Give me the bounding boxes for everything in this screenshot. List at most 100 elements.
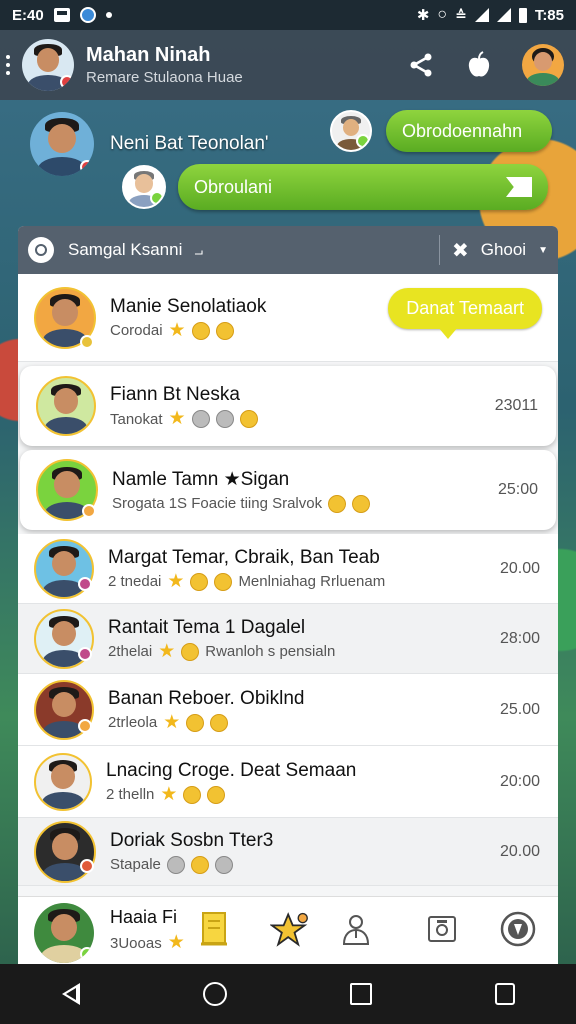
status-text-secondary: Menlniahag Rrluenam <box>238 573 386 590</box>
star-emoji: ★ <box>167 570 185 592</box>
app-icon <box>79 7 96 23</box>
timestamp: 25.00 <box>499 700 540 718</box>
sticker-icon <box>214 855 233 874</box>
wifi-icon: ≙ <box>455 6 467 23</box>
message-pill-top[interactable]: Obrodoennahn <box>386 110 552 152</box>
item-body: Margat Temar, Cbraik, Ban Teab 2 tnedai ★ M… <box>108 547 500 591</box>
filter-label[interactable]: Ghooi <box>481 240 526 260</box>
avatar[interactable] <box>22 39 74 91</box>
item-body: Banan Reboer. Obiklnd 2trleola ★ <box>108 688 500 732</box>
recents-icon[interactable] <box>349 983 372 1005</box>
timestamp: 23011 <box>494 397 538 414</box>
status-text: 2trleola <box>108 714 158 731</box>
message-pill-main[interactable]: Obroulani <box>178 164 548 210</box>
status-text: 2 thelln <box>106 786 155 803</box>
avatar[interactable] <box>122 165 166 209</box>
smiley-emoji <box>181 642 200 661</box>
list-icon[interactable] <box>194 909 234 949</box>
list-item[interactable]: Doriak Sosbn Tter3 Stapale 20.00 <box>18 818 558 886</box>
sticker-icon <box>191 410 210 428</box>
presence-badge <box>80 335 94 349</box>
item-body: Fiann Bt Neska Tanokat ★ <box>110 384 495 428</box>
item-body: Rantait Tema 1 Dagalel 2thelai ★ Rwanloh s … <box>108 617 500 661</box>
contact-name: Margat Temar, Cbraik, Ban Teab <box>108 546 380 568</box>
status-text-secondary: Rwanloh s pensialn <box>205 643 336 660</box>
avatar[interactable] <box>30 112 94 176</box>
page-title: Mahan Ninah <box>86 44 211 66</box>
status-text: Corodai <box>110 322 163 339</box>
list-item[interactable]: Manie Senolatiaok Corodai ★ Danat Temaart <box>18 274 558 362</box>
sticker-icon <box>166 855 185 874</box>
contacts-icon[interactable] <box>336 909 376 949</box>
star-emoji: ★ <box>160 783 178 805</box>
status-bar: E:40 ✱ ○ ≙ T:85 <box>0 0 576 30</box>
star-emoji: ★ <box>168 408 186 429</box>
status-text: 2 tnedai <box>108 573 162 590</box>
smiley-emoji <box>191 321 210 340</box>
app-icon[interactable] <box>498 909 538 949</box>
list-item[interactable]: Rantait Tema 1 Dagalel 2thelai ★ Rwanloh s … <box>18 604 558 674</box>
edit-icon[interactable] <box>494 983 515 1005</box>
signal-icon <box>496 8 511 22</box>
status-text: Stapale <box>110 856 161 873</box>
signal-icon <box>474 8 489 22</box>
contact-name: Fiann Bt Neska <box>110 384 240 405</box>
profile-avatar[interactable] <box>522 44 564 86</box>
list-item[interactable]: Fiann Bt Neska Tanokat ★ 23011 <box>20 366 556 446</box>
smiley-emoji <box>186 713 205 732</box>
timestamp: 25:00 <box>497 481 538 498</box>
presence-badge <box>78 577 92 591</box>
search-bar[interactable]: Samgal Ksanni ⨼ ✖ Ghooi ▼ <box>18 226 558 274</box>
contact-status: Stapale <box>110 855 500 874</box>
top-pill-row: Obrodoennahn <box>330 110 552 152</box>
list-item[interactable]: Margat Temar, Cbraik, Ban Teab 2 tnedai ★ M… <box>18 534 558 604</box>
avatar[interactable] <box>330 110 372 152</box>
alarm-icon: ○ <box>437 6 448 23</box>
star-icon[interactable] <box>270 909 310 949</box>
share-icon[interactable] <box>406 50 436 80</box>
tools-icon[interactable]: ✖ <box>452 238 469 263</box>
send-icon[interactable] <box>506 177 532 197</box>
chat-header: Mahan Ninah Remare Stulaona Huae <box>0 30 576 100</box>
message-pill-label: Obroulani <box>194 176 273 197</box>
contact-status: Srogata 1S Foacie tiing Sralvok <box>112 494 498 513</box>
timestamp: 20.00 <box>499 559 540 577</box>
home-icon[interactable] <box>202 982 227 1006</box>
list-item[interactable]: Lnacing Croge. Deat Semaan 2 thelln ★ 20:00 <box>18 746 558 818</box>
back-icon[interactable] <box>61 983 80 1005</box>
contact-status: 2 tnedai ★ Menlniahag Rrluenam <box>108 570 500 592</box>
list-item[interactable]: Namle Tamn ★Sigan Srogata 1S Foacie tiing… <box>20 450 556 530</box>
avatar[interactable] <box>34 820 96 883</box>
status-text: 2thelai <box>108 643 153 660</box>
smiley-emoji <box>352 494 371 513</box>
tab-user-status: 3Uooas <box>110 934 162 952</box>
apple-icon[interactable] <box>464 50 494 80</box>
item-body: Namle Tamn ★Sigan Srogata 1S Foacie tiing… <box>112 468 498 513</box>
search-input[interactable]: Samgal Ksanni <box>68 240 182 260</box>
smiley-emoji <box>190 572 209 591</box>
menu-icon[interactable] <box>6 55 12 75</box>
camera-icon[interactable] <box>422 909 462 949</box>
avatar[interactable] <box>34 903 94 963</box>
timestamp: 20:00 <box>499 772 540 790</box>
avatar[interactable] <box>36 376 96 436</box>
star-emoji: ★ <box>168 319 186 341</box>
contact-status: Tanokat ★ <box>110 408 495 429</box>
contact-name: Doriak Sosbn Tter3 <box>110 829 274 851</box>
presence-badge <box>80 859 94 873</box>
smiley-emoji <box>210 713 229 732</box>
list-item[interactable]: Banan Reboer. Obiklnd 2trleola ★ 25.00 <box>18 674 558 746</box>
status-text: Srogata 1S Foacie tiing Sralvok <box>112 495 323 512</box>
clock-secondary: T:85 <box>534 6 564 24</box>
presence-badge <box>82 504 96 518</box>
avatar[interactable] <box>34 752 92 811</box>
smiley-emoji <box>183 785 202 804</box>
search-icon <box>28 237 54 263</box>
contact-status: 2trleola ★ <box>108 711 500 733</box>
message-bubble[interactable]: Danat Temaart <box>388 288 542 339</box>
smiley-emoji <box>328 494 347 513</box>
chevron-icon: ⨼ <box>194 241 204 259</box>
smiley-emoji <box>207 785 226 804</box>
bluetooth-icon: ✱ <box>416 7 430 24</box>
star-emoji: ★ <box>163 711 181 733</box>
